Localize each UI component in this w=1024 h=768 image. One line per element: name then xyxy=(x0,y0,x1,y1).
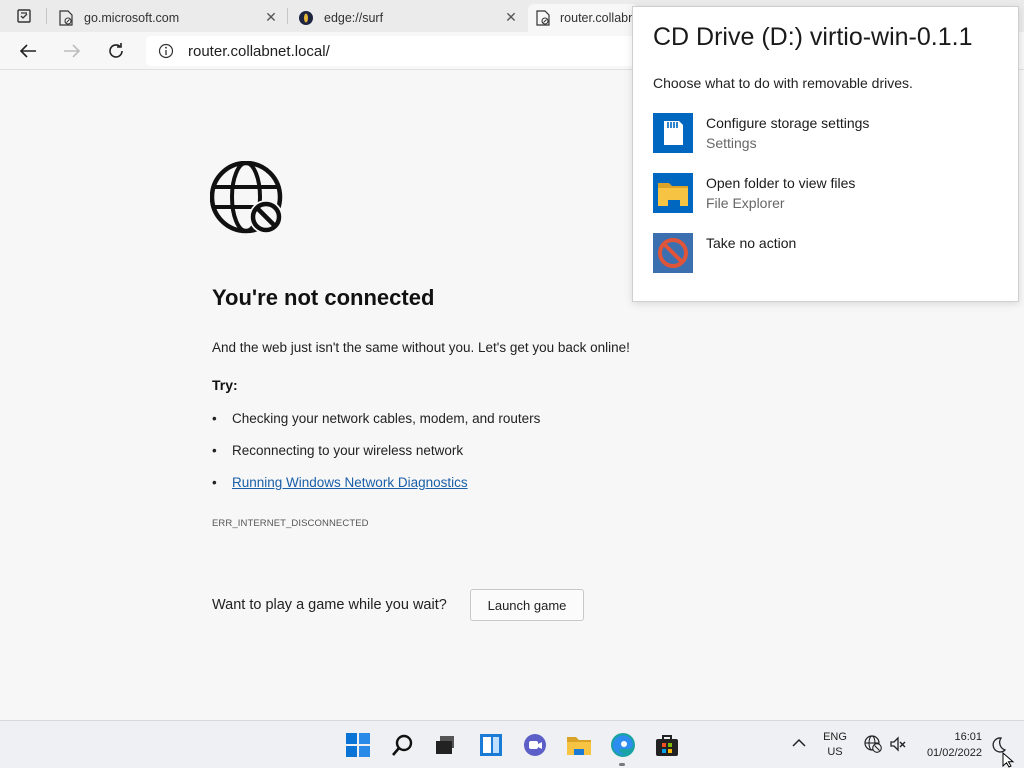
option-take-no-action[interactable]: Take no action xyxy=(653,233,1003,277)
drive-title: CD Drive (D:) virtio-win-0.1.1 xyxy=(653,23,973,51)
widgets-button[interactable] xyxy=(477,731,505,759)
taskbar: ENG US 16:01 01/02/2022 xyxy=(0,720,1024,768)
start-button[interactable] xyxy=(344,731,372,759)
bullet: • xyxy=(212,443,217,458)
tab-edge-surf[interactable]: edge://surf ✕ xyxy=(290,4,526,32)
file-explorer-icon xyxy=(567,737,591,755)
info-icon[interactable] xyxy=(158,43,174,59)
game-prompt: Want to play a game while you wait? xyxy=(212,597,447,613)
task-view-icon xyxy=(436,736,454,754)
option-configure-storage[interactable]: Configure storage settings Settings xyxy=(653,113,1003,157)
system-clock[interactable]: 16:01 01/02/2022 xyxy=(916,729,982,761)
lang-code: ENG xyxy=(823,731,847,743)
page-error-icon xyxy=(58,10,74,26)
back-button[interactable] xyxy=(14,38,42,64)
sd-card-icon xyxy=(653,113,693,153)
page-error-icon xyxy=(536,10,550,26)
folder-icon xyxy=(653,173,693,213)
volume-muted-icon[interactable] xyxy=(889,735,907,753)
globe-blocked-icon xyxy=(210,161,283,234)
chat-icon xyxy=(524,734,546,756)
edge-button[interactable] xyxy=(609,731,637,759)
error-code: ERR_INTERNET_DISCONNECTED xyxy=(212,518,369,529)
error-subtitle: And the web just isn't the same without … xyxy=(212,340,630,355)
tab-actions-icon xyxy=(17,9,31,23)
tab-title: edge://surf xyxy=(324,11,384,25)
back-arrow-icon xyxy=(19,44,36,58)
option-desc: File Explorer xyxy=(706,195,785,211)
bullet: • xyxy=(212,411,217,426)
refresh-icon xyxy=(109,43,123,58)
autoplay-notification: CD Drive (D:) virtio-win-0.1.1 Choose wh… xyxy=(632,6,1019,302)
bullet: • xyxy=(212,475,217,490)
suggestion-item: • Running Windows Network Diagnostics xyxy=(212,475,468,490)
suggestion-item: • Checking your network cables, modem, an… xyxy=(212,411,540,426)
network-disconnected-icon[interactable] xyxy=(864,735,882,753)
option-name: Configure storage settings xyxy=(706,115,870,131)
store-button[interactable] xyxy=(653,731,681,759)
mouse-pointer-icon xyxy=(1002,752,1015,768)
forward-arrow-icon xyxy=(64,44,81,58)
tab-router-active[interactable]: router.collabnet.local/ xyxy=(528,4,638,32)
autoplay-prompt: Choose what to do with removable drives. xyxy=(653,75,913,91)
tab-actions-button[interactable] xyxy=(8,4,40,28)
address-bar[interactable]: router.collabnet.local/ xyxy=(146,36,636,66)
refresh-button[interactable] xyxy=(102,38,130,64)
store-icon xyxy=(656,735,678,756)
active-app-indicator xyxy=(619,763,625,766)
suggestion-text: Reconnecting to your wireless network xyxy=(232,443,464,458)
clock-date: 01/02/2022 xyxy=(926,747,982,759)
lang-region: US xyxy=(827,746,843,758)
widgets-icon xyxy=(480,734,502,756)
search-button[interactable] xyxy=(389,731,417,759)
tab-go-microsoft[interactable]: go.microsoft.com ✕ xyxy=(50,4,286,32)
suggestion-text: Checking your network cables, modem, and… xyxy=(232,411,541,426)
edge-icon xyxy=(611,733,635,757)
input-language-indicator[interactable]: ENG US xyxy=(822,730,848,760)
file-explorer-button[interactable] xyxy=(565,731,593,759)
tab-title: router.collabnet.local/ xyxy=(560,11,638,25)
tab-title: go.microsoft.com xyxy=(84,11,180,25)
url-text: router.collabnet.local/ xyxy=(188,42,330,60)
forward-button[interactable] xyxy=(58,38,86,64)
search-icon xyxy=(392,734,413,756)
option-open-folder[interactable]: Open folder to view files File Explorer xyxy=(653,173,1003,217)
try-label: Try: xyxy=(212,377,238,393)
option-name: Take no action xyxy=(706,235,797,251)
error-title: You're not connected xyxy=(212,285,435,310)
chat-button[interactable] xyxy=(521,731,549,759)
show-hidden-icons-button[interactable] xyxy=(792,735,806,751)
no-action-icon xyxy=(653,233,693,273)
tab-close-button[interactable]: ✕ xyxy=(262,9,280,26)
network-diagnostics-link[interactable]: Running Windows Network Diagnostics xyxy=(232,475,468,490)
windows-start-icon xyxy=(346,733,370,757)
tab-separator xyxy=(46,8,47,24)
suggestion-item: • Reconnecting to your wireless network xyxy=(212,443,463,458)
clock-time: 16:01 xyxy=(954,731,982,743)
chevron-up-icon xyxy=(792,738,806,747)
task-view-button[interactable] xyxy=(431,731,459,759)
surf-icon xyxy=(298,10,314,26)
option-desc: Settings xyxy=(706,135,757,151)
option-name: Open folder to view files xyxy=(706,175,856,191)
tab-separator xyxy=(287,8,288,24)
launch-game-button[interactable]: Launch game xyxy=(470,589,584,621)
tab-close-button[interactable]: ✕ xyxy=(502,9,520,26)
